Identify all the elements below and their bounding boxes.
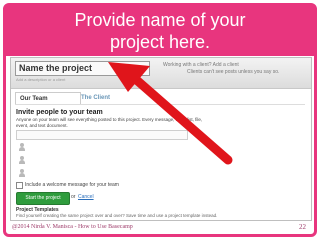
footer-credit: @2014 Nirda V. Manisca - How to Use Base…	[12, 224, 133, 230]
page-number: 22	[299, 223, 306, 231]
red-pointer-arrow-icon	[108, 62, 233, 165]
